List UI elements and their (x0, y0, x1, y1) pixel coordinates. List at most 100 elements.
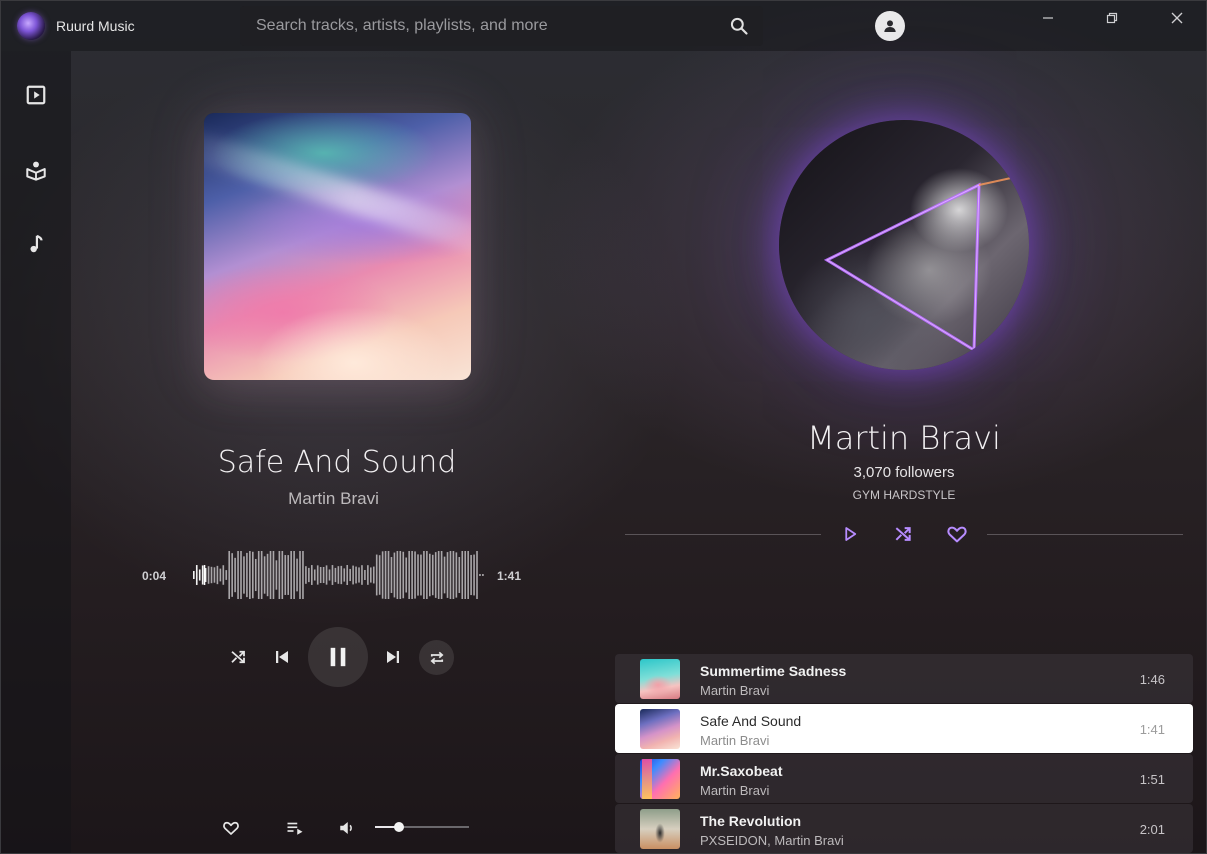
sidebar-item-library[interactable] (24, 158, 48, 182)
artist-photo (779, 120, 1029, 370)
waveform-bar (399, 551, 402, 599)
waveform-bar (367, 565, 369, 585)
elapsed-time: 0:04 (142, 569, 167, 583)
waveform-bar (299, 551, 301, 599)
artist-followers: 3,070 followers (853, 464, 955, 481)
waveform-bar (467, 551, 469, 599)
waveform-bar (322, 566, 325, 584)
waveform-bar (340, 565, 343, 585)
waveform-bar (446, 552, 449, 598)
waveform-bar (254, 558, 257, 592)
waveform-bar (414, 551, 416, 599)
waveform-bar (408, 551, 410, 599)
app-window: Ruurd Music Search tracks, artists, play… (0, 0, 1207, 854)
track-artist[interactable]: Martin Bravi (700, 683, 769, 698)
volume-icon (340, 822, 352, 834)
waveform-bar (384, 551, 387, 599)
waveform-bar (193, 571, 195, 579)
now-playing-artist[interactable]: Martin Bravi (137, 489, 530, 509)
waveform-bar (390, 557, 393, 593)
waveform-bar (228, 551, 231, 599)
waveform-bar (381, 551, 384, 599)
waveform-bar (370, 567, 372, 583)
waveform-bar (375, 554, 378, 596)
volume-slider-thumb[interactable] (393, 822, 404, 832)
track-title: Mr.Saxobeat (700, 763, 783, 779)
repeat-button[interactable] (419, 640, 454, 675)
waveform-bar (213, 567, 216, 583)
waveform-bar (482, 574, 484, 576)
track-row[interactable]: The Revolution PXSEIDON, Martin Bravi 2:… (615, 804, 1193, 853)
waveform-bar (346, 565, 349, 585)
waveform-bar (293, 551, 295, 599)
waveform-bar (434, 552, 437, 598)
artist-genre: GYM HARDSTYLE (852, 488, 956, 502)
track-row[interactable]: Summertime Sadness Martin Bravi 1:46 (615, 654, 1193, 703)
queue-button[interactable] (284, 817, 306, 839)
waveform-bar (352, 565, 354, 585)
waveform-bar (266, 553, 269, 597)
skip-next-icon (387, 651, 399, 663)
artist-play-button[interactable] (837, 522, 863, 546)
waveform-bar (249, 551, 251, 599)
artist-follow-button[interactable] (944, 522, 970, 546)
track-artist[interactable]: PXSEIDON, Martin Bravi (700, 833, 844, 848)
track-title: Safe And Sound (700, 713, 802, 729)
waveform-bar (331, 565, 334, 585)
divider-right (987, 534, 1183, 535)
track-row[interactable]: Mr.Saxobeat Martin Bravi 1:51 (615, 754, 1193, 803)
waveform-bar (429, 553, 431, 597)
waveform-bar (311, 565, 313, 585)
shuffle-icon (895, 527, 911, 541)
minimize-button[interactable] (1025, 7, 1071, 29)
sidebar-item-now-playing[interactable] (24, 83, 48, 107)
skip-previous-icon (276, 651, 288, 663)
next-button[interactable] (382, 646, 404, 668)
close-button[interactable] (1154, 7, 1200, 29)
waveform-bar (337, 566, 340, 584)
previous-button[interactable] (271, 646, 293, 668)
waveform-bar (278, 551, 281, 599)
waveform-seekbar[interactable] (189, 549, 484, 601)
mute-button[interactable] (336, 817, 358, 839)
track-thumbnail (640, 709, 680, 749)
shuffle-button[interactable] (227, 646, 249, 668)
waveform-bar (281, 551, 284, 599)
waveform-bar (240, 551, 242, 599)
track-row-active[interactable]: Safe And Sound Martin Bravi 1:41 (615, 704, 1193, 753)
track-artist[interactable]: Martin Bravi (700, 733, 769, 748)
waveform-bar (443, 556, 446, 594)
search-icon[interactable] (729, 16, 749, 36)
queue-icon (287, 822, 303, 835)
waveform-bar (219, 568, 222, 582)
shuffle-icon (231, 650, 245, 664)
waveform-bar (263, 556, 266, 594)
waveform-bar (269, 551, 272, 599)
waveform-bar (423, 551, 425, 599)
artist-shuffle-button[interactable] (890, 522, 916, 546)
sidebar-item-music[interactable] (24, 232, 48, 256)
volume-slider[interactable] (375, 822, 469, 832)
waveform-bar (358, 567, 360, 583)
waveform-bar (243, 556, 245, 594)
search-bar (240, 6, 763, 46)
repeat-icon (429, 651, 444, 664)
waveform-bar (420, 554, 422, 596)
track-artist[interactable]: Martin Bravi (700, 783, 769, 798)
pause-button[interactable] (308, 627, 368, 687)
waveform-bar (452, 551, 455, 599)
like-button[interactable] (220, 817, 242, 839)
search-input[interactable] (240, 6, 763, 46)
waveform-bar (313, 569, 316, 581)
restore-icon (1106, 12, 1118, 24)
waveform-bar (355, 566, 357, 584)
waveform-bar (287, 555, 290, 595)
waveform-bar (284, 555, 287, 595)
now-playing-title: Safe And Sound (217, 445, 457, 480)
artist-name: Martin Bravi (807, 419, 1001, 457)
waveform-bar (393, 552, 396, 598)
playhead[interactable] (203, 565, 206, 585)
restore-button[interactable] (1089, 7, 1135, 29)
account-button[interactable] (875, 11, 905, 41)
pause-icon (330, 647, 346, 667)
